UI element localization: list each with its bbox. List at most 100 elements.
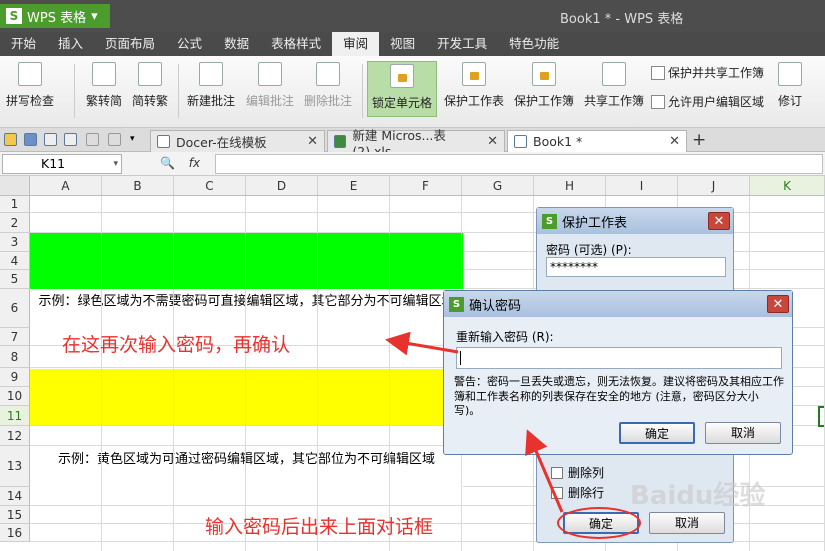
row-header-16[interactable]: 16 <box>0 524 30 542</box>
menu-item[interactable]: 特色功能 <box>498 32 570 56</box>
yellow-password-range[interactable] <box>30 369 463 425</box>
tab-xls-file[interactable]: 新建 Micros...表 (2).xls ✕ <box>327 128 505 159</box>
menu-item[interactable]: 视图 <box>379 32 426 56</box>
checkbox[interactable] <box>551 466 563 479</box>
checkbox[interactable] <box>551 486 563 499</box>
confirm-ok-button[interactable]: 确定 <box>619 422 695 444</box>
close-icon[interactable]: ✕ <box>669 134 680 149</box>
protect-cancel-button[interactable]: 取消 <box>649 512 725 534</box>
menu-item[interactable]: 页面布局 <box>94 32 166 56</box>
undo-icon[interactable] <box>86 133 99 146</box>
open-folder-icon[interactable] <box>4 133 17 146</box>
spell-check-button[interactable]: 拼写检查 <box>4 62 56 109</box>
allow-edit-ranges-button[interactable]: 允许用户编辑区域 <box>651 93 764 110</box>
select-all-corner[interactable] <box>0 176 30 196</box>
document-tabs-bar: ▾ Docer-在线模板 ✕ 新建 Micros...表 (2).xls ✕ B… <box>0 128 825 159</box>
row-header-7[interactable]: 7 <box>0 328 30 346</box>
docer-icon <box>157 135 170 148</box>
column-header-k[interactable]: K <box>750 176 825 196</box>
row-header-6[interactable]: 6 <box>0 289 30 328</box>
menu-item[interactable]: 插入 <box>47 32 94 56</box>
track-changes-label: 修订 <box>777 94 802 108</box>
dialog-title-bar: S 保护工作表 ✕ <box>537 208 733 234</box>
option-delete-columns[interactable]: 删除列 <box>551 464 604 481</box>
row-header-5[interactable]: 5 <box>0 270 30 289</box>
close-icon[interactable]: ✕ <box>307 134 318 149</box>
row-header-2[interactable]: 2 <box>0 213 30 233</box>
menu-item[interactable]: 数据 <box>213 32 260 56</box>
save-icon[interactable] <box>24 133 37 146</box>
close-icon[interactable]: ✕ <box>708 212 730 230</box>
menu-item[interactable]: 开发工具 <box>426 32 498 56</box>
menu-item[interactable]: 审阅 <box>332 32 380 56</box>
row-header-10[interactable]: 10 <box>0 387 30 406</box>
column-header-e[interactable]: E <box>318 176 390 196</box>
divider <box>178 64 179 118</box>
row-header-3[interactable]: 3 <box>0 233 30 252</box>
tab-book1[interactable]: Book1 * ✕ <box>507 130 687 152</box>
column-header-i[interactable]: I <box>606 176 678 196</box>
delete-comment-button[interactable]: 删除批注 <box>302 62 354 109</box>
row-header-14[interactable]: 14 <box>0 487 30 506</box>
row-header-12[interactable]: 12 <box>0 426 30 446</box>
share-workbook-icon <box>602 62 626 86</box>
grid-line <box>389 196 390 551</box>
trad-to-simp-button[interactable]: 繁转简 <box>84 62 124 109</box>
wps-spreadsheet-window: S WPS 表格 ▾ Book1 * - WPS 表格 开始 插入 页面布局 公式 数据… <box>0 0 825 551</box>
cell-a6-note[interactable]: 示例：绿色区域为不需要密码可直接编辑区域，其它部分为不可编辑区域 <box>30 290 463 328</box>
redo-icon[interactable] <box>108 133 121 146</box>
chevron-down-icon[interactable]: ▾ <box>130 133 143 146</box>
simp-to-trad-button[interactable]: 简转繁 <box>130 62 170 109</box>
wps-menu-button[interactable]: S WPS 表格 ▾ <box>0 4 110 28</box>
fx-icon[interactable]: fx <box>189 156 200 170</box>
row-header-13[interactable]: 13 <box>0 446 30 487</box>
zoom-icon[interactable]: 🔍 <box>160 156 175 170</box>
row-header-4[interactable]: 4 <box>0 252 30 270</box>
edit-comment-button[interactable]: 编辑批注 <box>244 62 296 109</box>
column-header-h[interactable]: H <box>534 176 606 196</box>
column-header-g[interactable]: G <box>462 176 534 196</box>
column-header-f[interactable]: F <box>390 176 462 196</box>
lock-cell-button[interactable]: 锁定单元格 <box>367 61 437 117</box>
new-comment-button[interactable]: 新建批注 <box>185 62 237 109</box>
menu-item[interactable]: 开始 <box>0 32 47 56</box>
protect-and-share-button[interactable]: 保护并共享工作簿 <box>651 64 764 81</box>
row-header-11[interactable]: 11 <box>0 406 30 426</box>
password-field[interactable]: ******** <box>546 257 726 277</box>
grid-line <box>245 196 246 551</box>
menu-item[interactable]: 表格样式 <box>260 32 332 56</box>
print-preview-icon[interactable] <box>64 133 77 146</box>
reenter-password-label: 重新输入密码 (R): <box>456 330 554 344</box>
share-workbook-button[interactable]: 共享工作簿 <box>582 62 646 109</box>
print-icon[interactable] <box>44 133 57 146</box>
cell-a13-note[interactable]: 示例：黄色区域为可通过密码编辑区域，其它部位为不可编辑区域 <box>30 447 463 487</box>
option-delete-rows[interactable]: 删除行 <box>551 484 604 501</box>
column-header-a[interactable]: A <box>30 176 102 196</box>
close-icon[interactable]: ✕ <box>767 295 789 313</box>
tab-docer-templates[interactable]: Docer-在线模板 ✕ <box>150 130 325 152</box>
wps-logo-icon: S <box>6 8 22 24</box>
new-tab-button[interactable]: + <box>692 130 706 150</box>
track-changes-button[interactable]: 修订 <box>772 62 808 109</box>
name-box[interactable]: K11 ▾ <box>2 154 122 174</box>
formula-bar: K11 ▾ 🔍 fx <box>0 152 825 176</box>
green-editable-range[interactable] <box>30 233 463 289</box>
menu-item[interactable]: 公式 <box>166 32 213 56</box>
chevron-down-icon[interactable]: ▾ <box>113 155 118 173</box>
confirm-cancel-button[interactable]: 取消 <box>705 422 781 444</box>
row-header-9[interactable]: 9 <box>0 368 30 387</box>
row-header-8[interactable]: 8 <box>0 346 30 368</box>
column-header-b[interactable]: B <box>102 176 174 196</box>
row-header-15[interactable]: 15 <box>0 506 30 524</box>
column-header-j[interactable]: J <box>678 176 750 196</box>
protect-workbook-button[interactable]: 保护工作簿 <box>512 62 576 109</box>
reenter-password-input[interactable] <box>456 347 782 369</box>
formula-input[interactable] <box>215 154 823 174</box>
column-header-d[interactable]: D <box>246 176 318 196</box>
column-header-c[interactable]: C <box>174 176 246 196</box>
allow-edit-icon <box>651 94 665 109</box>
cell-reference: K11 <box>41 156 66 171</box>
close-icon[interactable]: ✕ <box>487 134 498 149</box>
protect-sheet-button[interactable]: 保护工作表 <box>442 62 506 109</box>
row-header-1[interactable]: 1 <box>0 196 30 213</box>
